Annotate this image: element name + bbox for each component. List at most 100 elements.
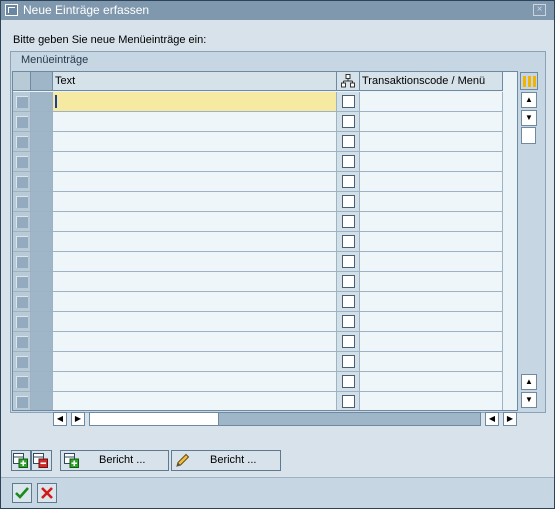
text-input-cell[interactable] — [53, 332, 337, 352]
column-header-hierarchy[interactable] — [337, 72, 360, 91]
scroll-left-end-button[interactable]: ◀ — [485, 412, 499, 426]
title-bar[interactable]: Neue Einträge erfassen × — [1, 1, 554, 20]
row-selector[interactable] — [13, 92, 31, 112]
row-checkbox[interactable] — [342, 395, 355, 408]
row-checkbox[interactable] — [342, 235, 355, 248]
row-key-cell — [31, 172, 53, 192]
transaction-input-cell[interactable] — [360, 232, 503, 252]
row-key-cell — [31, 312, 53, 332]
transaction-input-cell[interactable] — [360, 352, 503, 372]
row-selector[interactable] — [13, 332, 31, 352]
row-selector[interactable] — [13, 272, 31, 292]
text-input-cell[interactable] — [53, 252, 337, 272]
horizontal-scroll-thumb[interactable] — [89, 412, 219, 426]
row-checkbox[interactable] — [342, 215, 355, 228]
row-checkbox[interactable] — [342, 295, 355, 308]
row-selector[interactable] — [13, 192, 31, 212]
row-selector[interactable] — [13, 252, 31, 272]
row-checkbox[interactable] — [342, 135, 355, 148]
edit-report-button[interactable]: Bericht ... — [171, 450, 281, 471]
vertical-scrollbar[interactable]: ▲ ▼ ▲ ▼ — [519, 71, 539, 411]
row-checkbox[interactable] — [342, 195, 355, 208]
text-input-cell[interactable] — [53, 292, 337, 312]
table-row — [13, 272, 503, 292]
row-checkbox[interactable] — [342, 255, 355, 268]
row-selector[interactable] — [13, 312, 31, 332]
row-checkbox[interactable] — [342, 335, 355, 348]
scroll-left-button[interactable]: ◀ — [53, 412, 67, 426]
row-selector[interactable] — [13, 112, 31, 132]
row-selector[interactable] — [13, 232, 31, 252]
select-all-corner[interactable] — [13, 72, 31, 91]
row-checkbox[interactable] — [342, 275, 355, 288]
row-selector[interactable] — [13, 352, 31, 372]
cancel-button[interactable] — [37, 483, 57, 503]
text-input-cell[interactable] — [53, 132, 337, 152]
insert-report-button[interactable]: Bericht ... — [60, 450, 169, 471]
transaction-input-cell[interactable] — [360, 192, 503, 212]
row-key-cell — [31, 352, 53, 372]
row-key-cell — [31, 152, 53, 172]
row-selector[interactable] — [13, 292, 31, 312]
text-input-cell[interactable] — [53, 372, 337, 392]
table-row — [13, 212, 503, 232]
column-header-text[interactable]: Text — [53, 72, 337, 91]
transaction-input-cell[interactable] — [360, 152, 503, 172]
transaction-input-cell[interactable] — [360, 312, 503, 332]
text-input-cell[interactable] — [53, 112, 337, 132]
row-selector[interactable] — [13, 392, 31, 410]
row-checkbox[interactable] — [342, 315, 355, 328]
row-checkbox[interactable] — [342, 115, 355, 128]
text-input-cell[interactable] — [53, 192, 337, 212]
transaction-input-cell[interactable] — [360, 332, 503, 352]
layout-settings-button[interactable] — [520, 72, 538, 90]
row-checkbox[interactable] — [342, 355, 355, 368]
delete-row-button[interactable] — [31, 450, 52, 471]
scroll-page-down-button[interactable]: ▼ — [521, 110, 537, 126]
text-input-cell[interactable] — [53, 152, 337, 172]
text-input-cell[interactable] — [53, 212, 337, 232]
transaction-input-cell[interactable] — [360, 132, 503, 152]
row-checkbox[interactable] — [342, 175, 355, 188]
scroll-down-button[interactable]: ▼ — [521, 392, 537, 408]
scroll-right-button[interactable]: ▶ — [71, 412, 85, 426]
transaction-input-cell[interactable] — [360, 252, 503, 272]
insert-row-button[interactable] — [11, 450, 31, 471]
vertical-scroll-thumb[interactable] — [521, 127, 536, 144]
text-input-cell[interactable] — [53, 392, 337, 410]
row-checkbox[interactable] — [342, 95, 355, 108]
row-selector[interactable] — [13, 172, 31, 192]
transaction-input-cell[interactable] — [360, 292, 503, 312]
scroll-page-up-button[interactable]: ▲ — [521, 374, 537, 390]
table-row — [13, 172, 503, 192]
transaction-input-cell[interactable] — [360, 112, 503, 132]
row-checkbox[interactable] — [342, 375, 355, 388]
row-key-cell — [31, 372, 53, 392]
text-input-cell[interactable] — [53, 352, 337, 372]
text-input-cell[interactable] — [53, 92, 337, 112]
row-checkbox[interactable] — [342, 155, 355, 168]
row-selector[interactable] — [13, 372, 31, 392]
scroll-up-button[interactable]: ▲ — [521, 92, 537, 108]
row-selector[interactable] — [13, 152, 31, 172]
close-button[interactable]: × — [533, 4, 546, 16]
row-selector[interactable] — [13, 132, 31, 152]
transaction-input-cell[interactable] — [360, 272, 503, 292]
scroll-right-end-button[interactable]: ▶ — [503, 412, 517, 426]
text-input-cell[interactable] — [53, 232, 337, 252]
horizontal-scrollbar[interactable]: ◀ ▶ ◀ ▶ — [52, 411, 519, 428]
column-header-transaction[interactable]: Transaktionscode / Menü — [360, 72, 503, 91]
transaction-input-cell[interactable] — [360, 92, 503, 112]
table-row — [13, 392, 503, 410]
text-input-cell[interactable] — [53, 172, 337, 192]
transaction-input-cell[interactable] — [360, 392, 503, 410]
row-key-cell — [31, 92, 53, 112]
table-row — [13, 152, 503, 172]
row-selector[interactable] — [13, 212, 31, 232]
text-input-cell[interactable] — [53, 312, 337, 332]
transaction-input-cell[interactable] — [360, 172, 503, 192]
transaction-input-cell[interactable] — [360, 372, 503, 392]
confirm-button[interactable] — [12, 483, 32, 503]
transaction-input-cell[interactable] — [360, 212, 503, 232]
text-input-cell[interactable] — [53, 272, 337, 292]
